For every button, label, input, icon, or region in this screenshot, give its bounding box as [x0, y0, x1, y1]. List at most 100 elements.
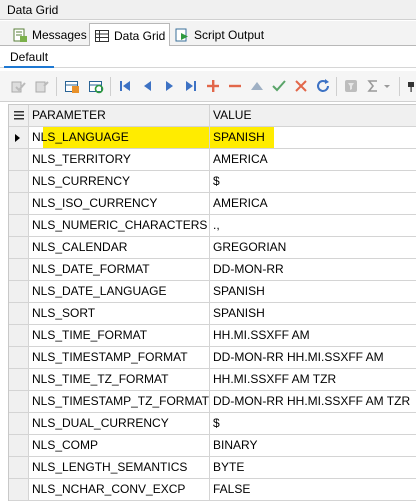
- row-indicator[interactable]: [9, 325, 29, 347]
- value-cell[interactable]: BYTE: [210, 457, 416, 479]
- parameter-cell[interactable]: NLS_LANGUAGE: [29, 127, 210, 149]
- select-all-corner[interactable]: [9, 105, 29, 127]
- table-row[interactable]: NLS_LENGTH_SEMANTICS BYTE: [9, 457, 416, 479]
- table-row[interactable]: NLS_COMP BINARY: [9, 435, 416, 457]
- rollback-icon[interactable]: [34, 78, 50, 94]
- value-cell[interactable]: SPANISH: [210, 281, 416, 303]
- value-cell[interactable]: $: [210, 413, 416, 435]
- first-record-icon[interactable]: [117, 78, 133, 94]
- parameter-cell[interactable]: NLS_NCHAR_CONV_EXCP: [29, 479, 210, 501]
- row-indicator[interactable]: [9, 457, 29, 479]
- table-row[interactable]: NLS_NCHAR_CONV_EXCP FALSE: [9, 479, 416, 501]
- table-row[interactable]: NLS_CALENDAR GREGORIAN: [9, 237, 416, 259]
- tab-label: Data Grid: [114, 28, 166, 43]
- table-row[interactable]: NLS_SORT SPANISH: [9, 303, 416, 325]
- tab-messages[interactable]: Messages: [8, 23, 91, 46]
- post-edit-icon[interactable]: [271, 78, 287, 94]
- row-indicator[interactable]: [9, 237, 29, 259]
- parameter-cell[interactable]: NLS_DATE_FORMAT: [29, 259, 210, 281]
- edit-record-icon[interactable]: [249, 78, 265, 94]
- table-row[interactable]: NLS_LANGUAGE SPANISH: [9, 127, 416, 149]
- value-cell[interactable]: AMERICA: [210, 149, 416, 171]
- value-cell[interactable]: AMERICA: [210, 193, 416, 215]
- table-row[interactable]: NLS_NUMERIC_CHARACTERS.,: [9, 215, 416, 237]
- table-row[interactable]: NLS_TIMESTAMP_TZ_FORMAT DD-MON-RR HH.MI.S…: [9, 391, 416, 413]
- value-cell[interactable]: HH.MI.SSXFF AM: [210, 325, 416, 347]
- current-row-caret-icon: [15, 134, 20, 142]
- row-indicator[interactable]: [9, 391, 29, 413]
- dropdown-icon[interactable]: [383, 78, 391, 94]
- export-icon[interactable]: [64, 78, 80, 94]
- value-cell[interactable]: DD-MON-RR HH.MI.SSXFF AM: [210, 347, 416, 369]
- table-row[interactable]: NLS_CURRENCY $: [9, 171, 416, 193]
- row-indicator[interactable]: [9, 127, 29, 149]
- parameter-cell[interactable]: NLS_NUMERIC_CHARACTERS: [29, 215, 210, 237]
- value-cell[interactable]: SPANISH: [210, 303, 416, 325]
- sum-icon[interactable]: [365, 78, 381, 94]
- column-header-parameter[interactable]: PARAMETER: [29, 105, 210, 127]
- value-cell[interactable]: HH.MI.SSXFF AM TZR: [210, 369, 416, 391]
- column-header-value[interactable]: VALUE: [210, 105, 416, 127]
- row-indicator[interactable]: [9, 369, 29, 391]
- tab-data-grid[interactable]: Data Grid: [89, 23, 171, 47]
- value-cell[interactable]: .,: [210, 215, 416, 237]
- parameter-cell[interactable]: NLS_ISO_CURRENCY: [29, 193, 210, 215]
- prev-record-icon[interactable]: [139, 78, 155, 94]
- row-indicator[interactable]: [9, 435, 29, 457]
- row-indicator[interactable]: [9, 149, 29, 171]
- parameter-cell[interactable]: NLS_DATE_LANGUAGE: [29, 281, 210, 303]
- pin-icon[interactable]: [405, 78, 416, 94]
- tab-label: Script Output: [194, 27, 265, 42]
- table-row[interactable]: NLS_TIME_TZ_FORMAT HH.MI.SSXFF AM TZR: [9, 369, 416, 391]
- table-row[interactable]: NLS_ISO_CURRENCY AMERICA: [9, 193, 416, 215]
- parameter-cell[interactable]: NLS_LENGTH_SEMANTICS: [29, 457, 210, 479]
- parameter-cell[interactable]: NLS_CURRENCY: [29, 171, 210, 193]
- parameter-cell[interactable]: NLS_DUAL_CURRENCY: [29, 413, 210, 435]
- value-cell[interactable]: FALSE: [210, 479, 416, 501]
- table-row[interactable]: NLS_DATE_LANGUAGE SPANISH: [9, 281, 416, 303]
- value-cell[interactable]: DD-MON-RR: [210, 259, 416, 281]
- parameter-cell[interactable]: NLS_COMP: [29, 435, 210, 457]
- row-indicator[interactable]: [9, 171, 29, 193]
- value-cell[interactable]: GREGORIAN: [210, 237, 416, 259]
- parameter-cell[interactable]: NLS_CALENDAR: [29, 237, 210, 259]
- tab-label: Messages: [32, 27, 87, 42]
- value-cell[interactable]: BINARY: [210, 435, 416, 457]
- row-indicator[interactable]: [9, 479, 29, 501]
- row-list-icon: [14, 111, 24, 120]
- row-indicator[interactable]: [9, 215, 29, 237]
- parameter-cell[interactable]: NLS_TIMESTAMP_TZ_FORMAT: [29, 391, 210, 413]
- table-row[interactable]: NLS_TIMESTAMP_FORMAT DD-MON-RR HH.MI.SSXF…: [9, 347, 416, 369]
- table-row[interactable]: NLS_DUAL_CURRENCY $: [9, 413, 416, 435]
- parameter-cell[interactable]: NLS_TIME_FORMAT: [29, 325, 210, 347]
- tab-default[interactable]: Default: [4, 48, 55, 68]
- value-cell[interactable]: $: [210, 171, 416, 193]
- parameter-cell[interactable]: NLS_TIMESTAMP_FORMAT: [29, 347, 210, 369]
- grid-header-row: PARAMETER VALUE: [9, 105, 416, 127]
- cancel-edit-icon[interactable]: [293, 78, 309, 94]
- row-indicator[interactable]: [9, 347, 29, 369]
- parameter-cell[interactable]: NLS_SORT: [29, 303, 210, 325]
- parameter-cell[interactable]: NLS_TIME_TZ_FORMAT: [29, 369, 210, 391]
- filter-icon[interactable]: [343, 78, 359, 94]
- row-indicator[interactable]: [9, 259, 29, 281]
- row-indicator[interactable]: [9, 413, 29, 435]
- row-indicator[interactable]: [9, 193, 29, 215]
- refresh-icon[interactable]: [315, 78, 331, 94]
- value-cell[interactable]: DD-MON-RR HH.MI.SSXFF AM TZR: [210, 391, 416, 413]
- row-indicator[interactable]: [9, 281, 29, 303]
- next-record-icon[interactable]: [161, 78, 177, 94]
- table-row[interactable]: NLS_DATE_FORMAT DD-MON-RR: [9, 259, 416, 281]
- delete-record-icon[interactable]: [227, 78, 243, 94]
- commit-icon[interactable]: [10, 78, 26, 94]
- parameter-cell[interactable]: NLS_TERRITORY: [29, 149, 210, 171]
- table-row[interactable]: NLS_TIME_FORMAT HH.MI.SSXFF AM: [9, 325, 416, 347]
- row-indicator[interactable]: [9, 303, 29, 325]
- refresh-data-icon[interactable]: [88, 78, 104, 94]
- value-cell[interactable]: SPANISH: [210, 127, 416, 149]
- table-row[interactable]: NLS_TERRITORY AMERICA: [9, 149, 416, 171]
- insert-record-icon[interactable]: [205, 78, 221, 94]
- last-record-icon[interactable]: [183, 78, 199, 94]
- grid-toolbar: [0, 71, 416, 102]
- tab-script-output[interactable]: Script Output: [170, 23, 268, 46]
